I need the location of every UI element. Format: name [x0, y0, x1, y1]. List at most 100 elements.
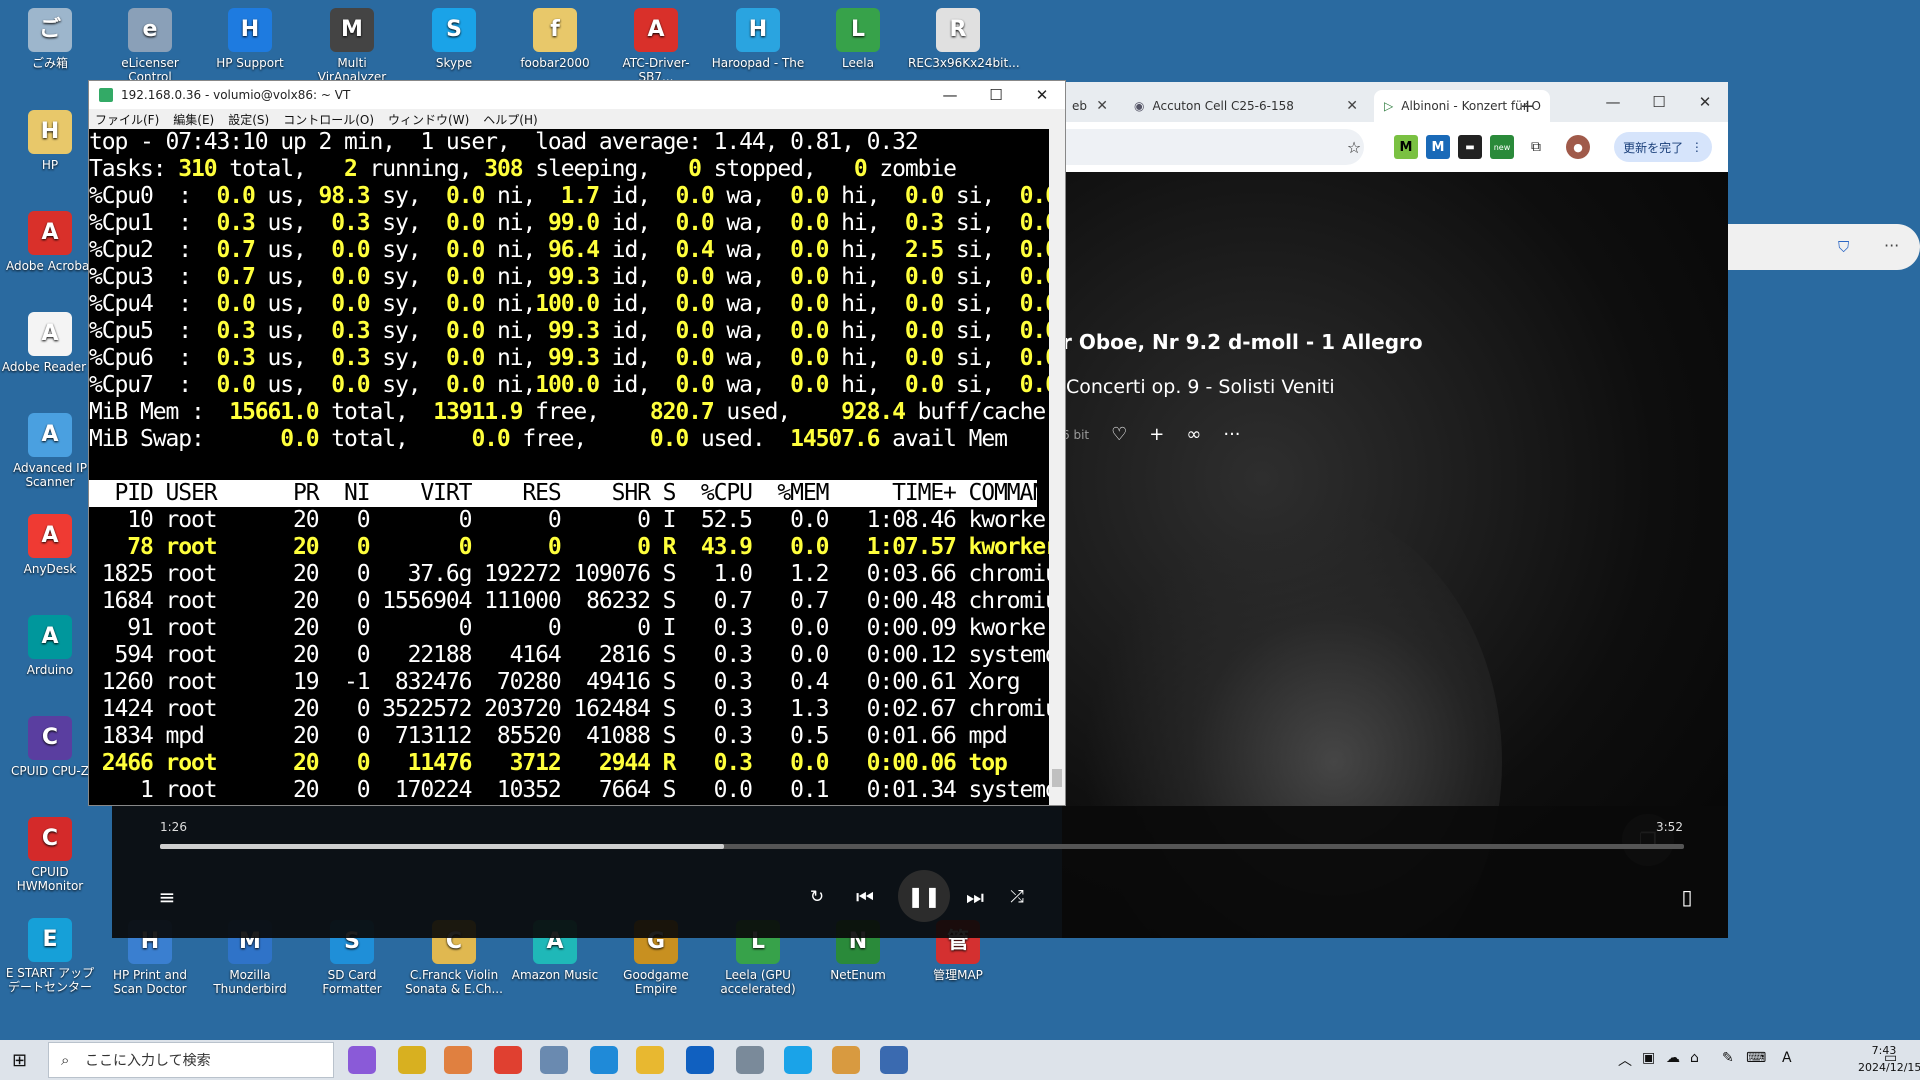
scrollbar-thumb[interactable] [1052, 769, 1062, 787]
copilot-icon[interactable] [348, 1046, 376, 1074]
desktop-icon[interactable]: A Arduino [0, 615, 100, 677]
network-app-icon[interactable] [880, 1046, 908, 1074]
desktop-icon[interactable]: R REC3x96Kx24bit... [908, 8, 1020, 70]
notification-icon[interactable]: ▭ [1884, 1050, 1897, 1066]
extension-new-icon[interactable]: new [1490, 135, 1514, 159]
edge-icon[interactable] [590, 1046, 618, 1074]
filter-icon[interactable]: ⛉ [1838, 238, 1849, 256]
previous-icon[interactable]: ⏮ [850, 882, 880, 912]
desktop-icon[interactable]: A Advanced IP Scanner [0, 413, 100, 489]
terminal-text: 0.0 [675, 183, 714, 209]
update-button[interactable]: 更新を完了 ⋮ [1614, 132, 1712, 162]
desktop-icon[interactable]: E E START アップデートセンター [0, 918, 100, 994]
search-icon: ⌕ [61, 1051, 70, 1069]
terminal-scrollbar[interactable] [1049, 129, 1065, 805]
text-editor-icon[interactable] [398, 1046, 426, 1074]
close-icon[interactable]: ✕ [1088, 98, 1108, 114]
terminal-menu-item[interactable]: 編集(E) [173, 111, 214, 128]
extension-m-green-icon[interactable]: M [1394, 135, 1418, 159]
terminal-title: 192.168.0.36 - volumio@volx86: ~ VT [121, 88, 351, 102]
desktop-icon-label: Skype [435, 56, 473, 70]
maximize-icon[interactable]: ☐ [973, 81, 1019, 109]
close-icon[interactable]: ✕ [1338, 98, 1358, 114]
tray-cloud-icon[interactable]: ☁ [1666, 1050, 1680, 1066]
terminal-text: avail Mem [879, 426, 1008, 452]
close-icon[interactable]: ✕ [1682, 82, 1728, 122]
desktop-icon[interactable]: S Skype [404, 8, 504, 70]
tray-pen-icon[interactable]: ✎ [1722, 1050, 1734, 1066]
desktop-icon[interactable]: A ATC-Driver-SB7... [606, 8, 706, 84]
remote-desktop-icon[interactable] [736, 1046, 764, 1074]
terminal-menu-item[interactable]: ファイル(F) [95, 111, 159, 128]
skype-icon[interactable] [784, 1046, 812, 1074]
terminal-text: hi, [828, 291, 905, 317]
extension-m-blue-icon[interactable]: M [1426, 135, 1450, 159]
ime-indicator[interactable]: A [1782, 1050, 1792, 1066]
next-icon[interactable]: ⏭ [960, 882, 990, 912]
speaker-device-icon[interactable]: ▯ [1672, 882, 1702, 912]
maximize-icon[interactable]: ☐ [1636, 82, 1682, 122]
desktop-icon[interactable]: A Adobe Acrobat [0, 211, 100, 273]
desktop-icon[interactable]: H HP [0, 110, 100, 172]
keyboard-icon[interactable]: ⌨ [1746, 1050, 1766, 1066]
chevron-up-icon[interactable]: ︿ [1618, 1050, 1632, 1070]
close-icon[interactable]: ✕ [1541, 98, 1550, 114]
total-time: 3:52 [1656, 820, 1683, 834]
desktop-icon[interactable]: A AnyDesk [0, 514, 100, 576]
terminal-text: 0.0 [331, 372, 370, 398]
taskbar-search[interactable]: ⌕ ここに入力して検索 [48, 1042, 334, 1078]
repeat-icon[interactable]: ↻ [802, 882, 832, 912]
media-player-icon[interactable] [444, 1046, 472, 1074]
terminal-menu-item[interactable]: 設定(S) [228, 111, 269, 128]
file-explorer-icon[interactable] [636, 1046, 664, 1074]
desktop-icon[interactable]: C CPUID CPU-Z [0, 716, 100, 778]
terminal-text: 0.0 [1019, 372, 1049, 398]
tray-network-icon[interactable]: ⌂ [1690, 1050, 1699, 1066]
pause-button[interactable]: ❚❚ [898, 870, 950, 922]
more-icon[interactable]: ··· [1884, 236, 1899, 255]
desktop-icon[interactable]: ごごみ箱 [0, 8, 100, 70]
browser-tab-accuton[interactable]: ◉ Accuton Cell C25-6-158 ✕ [1124, 90, 1368, 122]
terminal-text: 0.0 [203, 291, 255, 317]
windows-start-icon[interactable]: ⊞ [12, 1050, 27, 1071]
close-icon[interactable]: ✕ [1019, 81, 1065, 109]
terminal-text: us, [254, 345, 332, 371]
add-icon[interactable]: + [1149, 424, 1164, 445]
bookmark-star-icon[interactable]: ☆ [1342, 135, 1366, 159]
outlook-icon[interactable] [686, 1046, 714, 1074]
playlist-icon[interactable]: ≡ [152, 882, 182, 912]
terminal-text: ni, [484, 372, 536, 398]
desktop-icon[interactable]: e eLicenser Control [100, 8, 200, 84]
app-icon[interactable] [540, 1046, 568, 1074]
folder-icon[interactable] [832, 1046, 860, 1074]
terminal-menu-item[interactable]: ヘルプ(H) [483, 111, 537, 128]
desktop-icon[interactable]: H HP Support [200, 8, 300, 70]
avatar[interactable]: ● [1566, 135, 1590, 159]
more-icon[interactable]: ··· [1223, 424, 1240, 445]
shuffle-icon[interactable]: ⤮ [1002, 882, 1032, 912]
desktop-icon[interactable]: A Adobe Reader X [0, 312, 100, 374]
desktop-icon[interactable]: L Leela [808, 8, 908, 70]
desktop-icon[interactable]: H Haroopad - The [708, 8, 808, 70]
new-tab-button[interactable]: + [1510, 90, 1542, 122]
chrome-icon[interactable] [494, 1046, 522, 1074]
terminal-output[interactable]: top - 07:43:10 up 2 min, 1 user, load av… [89, 129, 1049, 805]
terminal-menu-item[interactable]: コントロール(O) [283, 111, 374, 128]
desktop-icon[interactable]: M Multi VirAnalyzer [302, 8, 402, 84]
seek-bar[interactable] [160, 844, 1684, 849]
minimize-icon[interactable]: — [927, 81, 973, 109]
terminal-menu-item[interactable]: ウィンドウ(W) [388, 111, 469, 128]
heart-icon[interactable]: ♡ [1111, 424, 1127, 445]
desktop-icon[interactable]: f foobar2000 [505, 8, 605, 70]
extension-screen-icon[interactable]: ▬ [1458, 135, 1482, 159]
minimize-icon[interactable]: — [1590, 82, 1636, 122]
extensions-puzzle-icon[interactable]: ⧉ [1524, 135, 1548, 159]
terminal-text: 1424 root 20 0 3522572 203720 162484 S 0… [89, 696, 1049, 722]
address-bar[interactable] [1062, 129, 1364, 165]
terminal-text: 91 root 20 0 0 0 0 I 0.3 0.0 0:00.09 kwo… [89, 615, 1049, 641]
browser-tab-partial[interactable]: eb ✕ [1062, 90, 1118, 122]
desktop-icon[interactable]: C CPUID HWMonitor [0, 817, 100, 893]
terminal-text: si, [943, 318, 1020, 344]
infinity-icon[interactable]: ∞ [1186, 424, 1201, 445]
tray-device-icon[interactable]: ▣ [1642, 1050, 1655, 1066]
